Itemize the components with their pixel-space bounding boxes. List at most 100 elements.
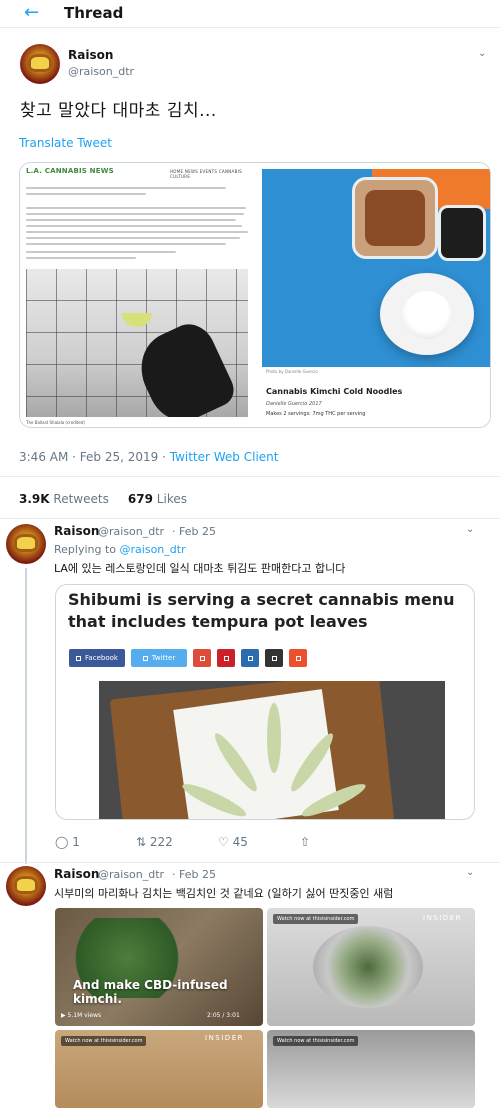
chevron-down-icon[interactable]: ⌄: [466, 524, 474, 535]
share-button-3[interactable]: [217, 649, 235, 667]
share-button-1[interactable]: Twitter: [131, 649, 187, 667]
recipe-title: Cannabis Kimchi Cold Noodles: [266, 387, 403, 396]
like-button[interactable]: ♡ 45: [218, 835, 248, 849]
insider-logo: INSIDER: [423, 914, 462, 922]
avatar[interactable]: [20, 44, 60, 84]
share-button-6[interactable]: [289, 649, 307, 667]
reply-count: 1: [72, 835, 80, 849]
tweet-source[interactable]: Twitter Web Client: [170, 450, 279, 464]
reply-button[interactable]: ◯ 1: [55, 835, 80, 849]
tweet-date[interactable]: · Feb 25: [172, 868, 216, 881]
tempura-photo: [99, 681, 445, 819]
text-line: [26, 243, 226, 245]
share-icon: [271, 655, 277, 661]
divider: [0, 518, 500, 519]
recipe-author: Danielle Guercio 2017: [266, 401, 322, 407]
hand-silhouette: [128, 316, 240, 417]
video-views: ▶ 5.1M views: [61, 1012, 102, 1019]
tweet-text: 시부미의 마리화나 김치는 백김치인 것 같네요 (일하기 싫어 딴짓중인 새럼: [54, 887, 394, 900]
share-icon: [247, 655, 253, 661]
author-name[interactable]: Raison: [54, 867, 99, 881]
video-time: 2:05 / 3:01: [207, 1012, 240, 1019]
author-handle[interactable]: @raison_dtr: [98, 525, 164, 538]
text-line: [26, 257, 136, 259]
likes-count[interactable]: 679: [128, 492, 153, 506]
replying-to: Replying to @raison_dtr: [54, 543, 186, 556]
tweet-date[interactable]: · Feb 25: [172, 525, 216, 538]
seed-jar: [438, 205, 486, 261]
tweet-meta: 3:46 AM · Feb 25, 2019 · Twitter Web Cli…: [19, 450, 278, 464]
video-caption-line: kimchi.: [73, 992, 122, 1006]
site-nav: HOME NEWS EVENTS CANNABIS CULTURE: [170, 169, 242, 179]
share-button-2[interactable]: [193, 649, 211, 667]
text-line: [26, 207, 246, 209]
article-screenshot[interactable]: L.A. CANNABIS NEWS HOME NEWS EVENTS CANN…: [20, 163, 260, 427]
share-icon: [199, 655, 205, 661]
share-button-5[interactable]: [265, 649, 283, 667]
tweet-stats: 3.9K Retweets 679 Likes: [19, 492, 187, 506]
tweet-timestamp[interactable]: 3:46 AM · Feb 25, 2019 ·: [19, 450, 170, 464]
egg-bowl: [380, 273, 474, 355]
share-label: Facebook: [85, 654, 118, 662]
video-caption-line: And make CBD-infused: [73, 978, 228, 992]
chevron-down-icon[interactable]: ⌄: [478, 48, 486, 59]
text-line: [26, 219, 236, 221]
translate-tweet-link[interactable]: Translate Tweet: [19, 136, 112, 150]
share-icon: [142, 655, 148, 661]
avatar[interactable]: [6, 524, 46, 564]
video-still[interactable]: Watch now at thisisinsider.com INSIDER: [267, 908, 475, 1026]
author-handle[interactable]: @raison_dtr: [98, 868, 164, 881]
text-line: [26, 213, 244, 215]
watch-link[interactable]: Watch now at thisisinsider.com: [61, 1036, 147, 1046]
text-line: [26, 225, 242, 227]
recipe-photo: [262, 169, 490, 367]
thread-connector: [25, 568, 27, 864]
video-still[interactable]: Watch now at thisisinsider.com: [267, 1030, 475, 1108]
video-thumbnail[interactable]: And make CBD-infused kimchi. ▶ 5.1M view…: [55, 908, 263, 1026]
replying-prefix: Replying to: [54, 543, 120, 556]
share-icon: ⇧: [300, 835, 311, 849]
retweets-label[interactable]: Retweets: [53, 492, 108, 506]
photo-caption: The Ballast Shalala (credited): [26, 420, 85, 425]
divider: [0, 476, 500, 477]
author-name[interactable]: Raison: [54, 524, 99, 538]
retweet-button[interactable]: ⇅ 222: [136, 835, 173, 849]
share-icon: [295, 655, 301, 661]
replying-handle[interactable]: @raison_dtr: [120, 543, 186, 556]
tweet-text: 찾고 말았다 대마초 김치...: [20, 101, 217, 121]
video-caption: And make CBD-infused kimchi.: [73, 978, 228, 1006]
share-buttons: Facebook Twitter: [69, 649, 307, 667]
author-handle[interactable]: @raison_dtr: [68, 65, 134, 78]
media-grid: And make CBD-infused kimchi. ▶ 5.1M view…: [55, 908, 475, 1108]
page-title: Thread: [64, 4, 124, 22]
thread-header: ← Thread: [0, 0, 500, 28]
article-photo: [26, 269, 248, 417]
tweet-media-card[interactable]: L.A. CANNABIS NEWS HOME NEWS EVENTS CANN…: [19, 162, 491, 428]
recipe-screenshot[interactable]: Photo by Danielle Guercio Cannabis Kimch…: [262, 163, 490, 427]
text-line: [26, 187, 226, 189]
divider: [0, 862, 500, 863]
share-button[interactable]: ⇧: [300, 835, 310, 849]
avatar[interactable]: [6, 866, 46, 906]
link-card[interactable]: Shibumi is serving a secret cannabis men…: [55, 584, 475, 820]
back-arrow-icon[interactable]: ←: [24, 2, 39, 23]
heart-icon: ♡: [218, 835, 229, 849]
share-icon: [223, 655, 229, 661]
photo-credit: Photo by Danielle Guercio: [266, 369, 318, 374]
like-count: 45: [232, 835, 248, 849]
site-logo: L.A. CANNABIS NEWS: [26, 167, 114, 175]
text-line: [26, 237, 240, 239]
share-label: Twitter: [151, 654, 176, 662]
share-button-4[interactable]: [241, 649, 259, 667]
chevron-down-icon[interactable]: ⌄: [466, 867, 474, 878]
retweets-count[interactable]: 3.9K: [19, 492, 50, 506]
video-still[interactable]: Watch now at thisisinsider.com INSIDER: [55, 1030, 263, 1108]
cocktail-glass: [122, 313, 152, 327]
kimchi-jar: [352, 177, 438, 259]
retweet-icon: ⇅: [136, 835, 147, 849]
watch-link[interactable]: Watch now at thisisinsider.com: [273, 1036, 359, 1046]
share-button-0[interactable]: Facebook: [69, 649, 125, 667]
author-name[interactable]: Raison: [68, 48, 113, 62]
likes-label[interactable]: Likes: [157, 492, 187, 506]
watch-link[interactable]: Watch now at thisisinsider.com: [273, 914, 359, 924]
